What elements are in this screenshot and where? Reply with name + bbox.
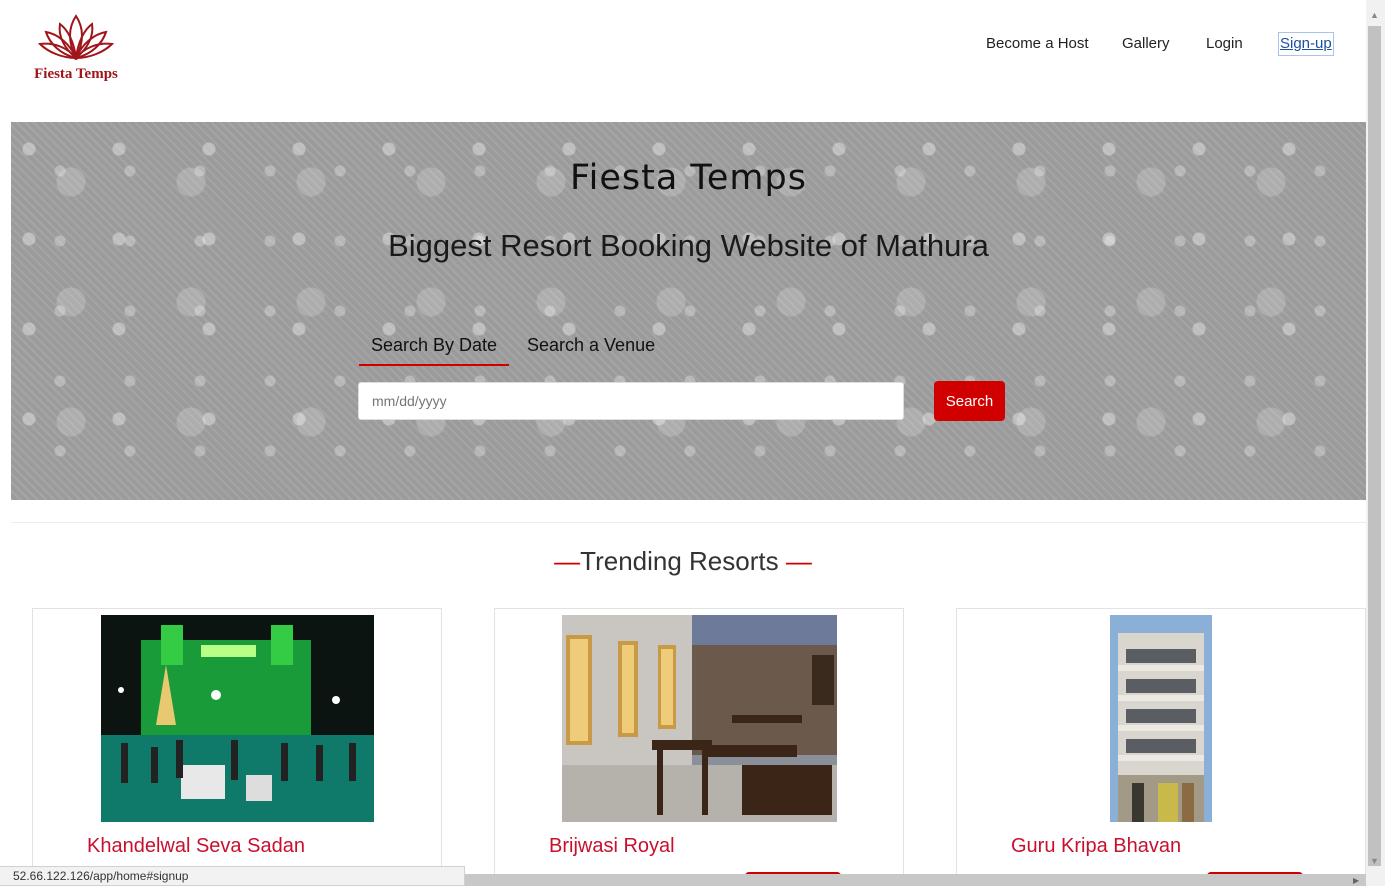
search-button[interactable]: Search (934, 381, 1005, 421)
brand-logo[interactable]: Fiesta Temps (28, 12, 124, 96)
scroll-right-icon[interactable]: ▶ (1353, 876, 1359, 885)
lotus-icon (38, 14, 114, 61)
nav-signup[interactable]: Sign-up (1278, 32, 1334, 56)
nav-become-host[interactable]: Become a Host (986, 34, 1089, 54)
brand-name: Fiesta Temps (34, 66, 118, 82)
nav-gallery[interactable]: Gallery (1122, 34, 1170, 54)
section-divider (11, 522, 1366, 523)
resort-name[interactable]: Guru Kripa Bhavan (1011, 835, 1181, 858)
resort-name[interactable]: Brijwasi Royal (549, 835, 675, 858)
resort-card[interactable]: Khandelwal Seva Sadan (32, 608, 442, 878)
vertical-scrollbar[interactable]: ▲ ▼ (1366, 0, 1385, 886)
tab-search-by-date[interactable]: Search By Date (359, 334, 509, 366)
resort-card[interactable]: Guru Kripa Bhavan (956, 608, 1366, 878)
resort-image[interactable] (1110, 615, 1212, 822)
nav-login[interactable]: Login (1206, 34, 1243, 54)
resort-card[interactable]: Brijwasi Royal (494, 608, 904, 878)
scroll-thumb[interactable] (1368, 26, 1381, 866)
hero-banner: Fiesta Temps Biggest Resort Booking Webs… (11, 122, 1366, 500)
trending-title: —Trending Resorts — (0, 546, 1366, 577)
title-dash-right: — (785, 546, 812, 576)
title-dash-left: — (554, 546, 581, 576)
tab-search-venue[interactable]: Search a Venue (527, 334, 655, 366)
resort-name[interactable]: Khandelwal Seva Sadan (87, 835, 305, 858)
horizontal-scrollbar[interactable] (465, 874, 1366, 886)
trending-title-text: Trending Resorts (580, 546, 779, 576)
hero-title: Fiesta Temps (570, 158, 807, 198)
scroll-down-icon[interactable]: ▼ (1370, 856, 1379, 866)
resort-image[interactable] (562, 615, 837, 822)
date-input[interactable] (358, 382, 904, 420)
status-url: 52.66.122.126/app/home#signup (0, 866, 465, 886)
resort-image[interactable] (101, 615, 374, 822)
hero-subtitle: Biggest Resort Booking Website of Mathur… (388, 228, 989, 263)
scroll-up-icon[interactable]: ▲ (1370, 10, 1379, 20)
